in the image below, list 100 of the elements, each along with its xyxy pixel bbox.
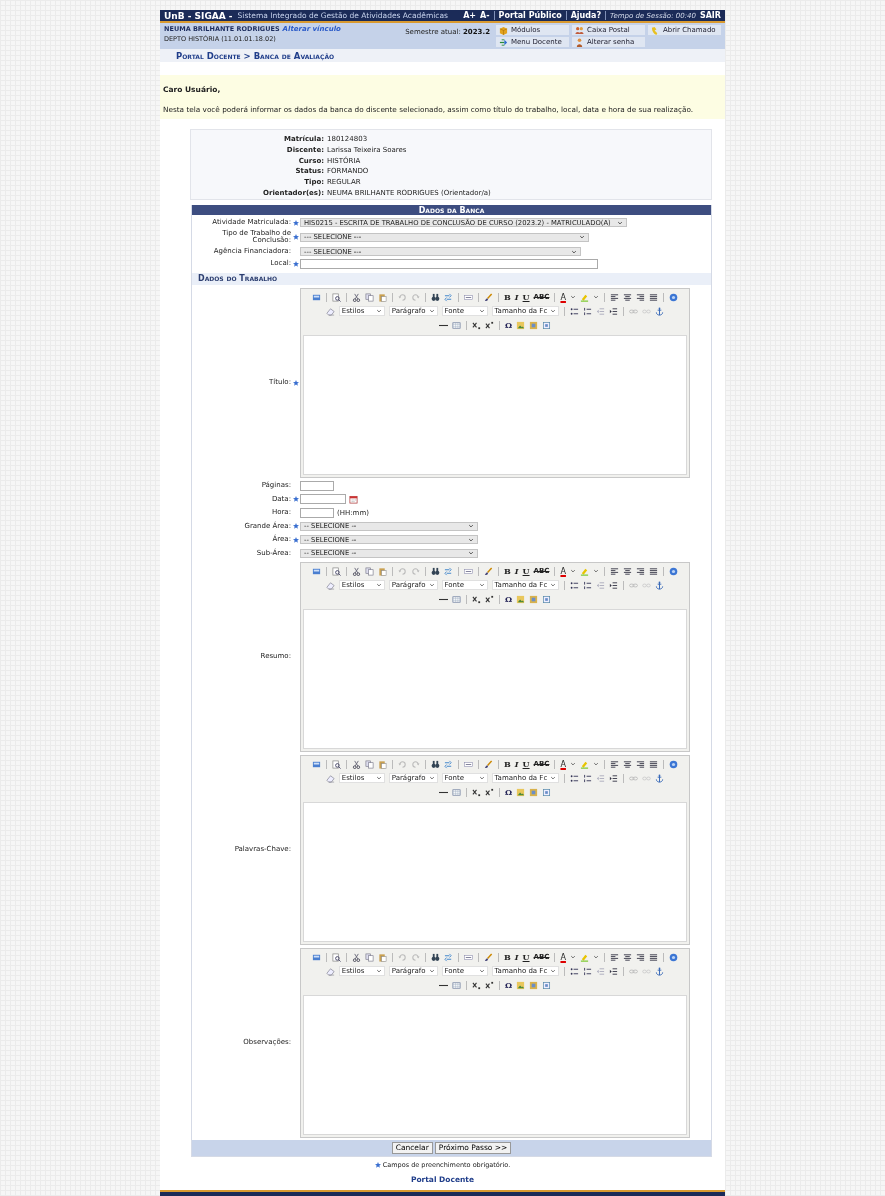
subscript-icon[interactable] xyxy=(471,320,481,330)
justify-icon[interactable] xyxy=(648,759,658,769)
logout-link[interactable]: SAIR xyxy=(699,11,721,20)
font-color-button[interactable]: A xyxy=(560,952,566,962)
preview-icon[interactable] xyxy=(332,292,342,302)
special-character-button[interactable]: Ω xyxy=(504,980,513,990)
special-character-button[interactable]: Ω xyxy=(504,320,513,330)
code-icon[interactable] xyxy=(464,759,474,769)
superscript-icon[interactable] xyxy=(484,787,494,797)
image-icon[interactable] xyxy=(516,320,526,330)
binoculars-icon[interactable] xyxy=(431,292,441,302)
subscript-icon[interactable] xyxy=(471,594,481,604)
help-icon[interactable] xyxy=(668,292,678,302)
preview-icon[interactable] xyxy=(332,759,342,769)
frame-icon[interactable] xyxy=(542,594,552,604)
help-icon[interactable] xyxy=(668,566,678,576)
align-left-icon[interactable] xyxy=(609,759,619,769)
bullet-list-icon[interactable] xyxy=(570,773,580,783)
code-icon[interactable] xyxy=(464,952,474,962)
frame-icon[interactable] xyxy=(542,787,552,797)
source-icon[interactable] xyxy=(312,292,322,302)
italic-button[interactable]: I xyxy=(514,759,519,769)
underline-button[interactable]: U xyxy=(522,292,530,302)
anchor-icon[interactable] xyxy=(655,580,665,590)
brush-icon[interactable] xyxy=(484,952,494,962)
anchor-icon[interactable] xyxy=(655,773,665,783)
preview-icon[interactable] xyxy=(332,566,342,576)
text-field[interactable] xyxy=(300,480,334,491)
align-right-icon[interactable] xyxy=(635,759,645,769)
bullet-list-icon[interactable] xyxy=(570,306,580,316)
align-right-icon[interactable] xyxy=(635,566,645,576)
font-color-button[interactable]: A xyxy=(560,292,566,302)
eraser-icon[interactable] xyxy=(325,773,335,783)
superscript-icon[interactable] xyxy=(484,320,494,330)
underline-button[interactable]: U xyxy=(522,952,530,962)
italic-button[interactable]: I xyxy=(514,952,519,962)
indent-icon[interactable] xyxy=(609,966,619,976)
scissors-icon[interactable] xyxy=(352,292,362,302)
eraser-icon[interactable] xyxy=(325,580,335,590)
scissors-icon[interactable] xyxy=(352,759,362,769)
special-character-button[interactable]: Ω xyxy=(504,594,513,604)
font-decrease-link[interactable]: A- xyxy=(480,11,490,20)
align-center-icon[interactable] xyxy=(622,952,632,962)
eraser-icon[interactable] xyxy=(325,966,335,976)
copy-icon[interactable] xyxy=(365,292,375,302)
brush-icon[interactable] xyxy=(484,759,494,769)
brush-icon[interactable] xyxy=(484,566,494,576)
justify-icon[interactable] xyxy=(648,952,658,962)
justify-icon[interactable] xyxy=(648,292,658,302)
font-color-button[interactable]: A xyxy=(560,566,566,576)
underline-button[interactable]: U xyxy=(522,566,530,576)
clipboard-icon[interactable] xyxy=(378,952,388,962)
align-left-icon[interactable] xyxy=(609,292,619,302)
anchor-icon[interactable] xyxy=(655,306,665,316)
bold-button[interactable]: B xyxy=(504,759,511,769)
frame-icon[interactable] xyxy=(542,980,552,990)
help-link[interactable]: Ajuda? xyxy=(570,11,602,20)
align-center-icon[interactable] xyxy=(622,292,632,302)
time-field[interactable] xyxy=(300,507,334,518)
bullet-list-icon[interactable] xyxy=(570,966,580,976)
numbered-list-icon[interactable] xyxy=(583,773,593,783)
source-icon[interactable] xyxy=(312,759,322,769)
indent-icon[interactable] xyxy=(609,306,619,316)
special-character-button[interactable]: Ω xyxy=(504,787,513,797)
justify-icon[interactable] xyxy=(648,566,658,576)
source-icon[interactable] xyxy=(312,566,322,576)
italic-button[interactable]: I xyxy=(514,292,519,302)
clipboard-icon[interactable] xyxy=(378,759,388,769)
binoculars-icon[interactable] xyxy=(431,759,441,769)
numbered-list-icon[interactable] xyxy=(583,306,593,316)
binoculars-icon[interactable] xyxy=(431,566,441,576)
superscript-icon[interactable] xyxy=(484,980,494,990)
italic-button[interactable]: I xyxy=(514,566,519,576)
frame-icon[interactable] xyxy=(542,320,552,330)
subscript-icon[interactable] xyxy=(471,980,481,990)
bold-button[interactable]: B xyxy=(504,292,511,302)
indent-icon[interactable] xyxy=(609,580,619,590)
image-icon[interactable] xyxy=(516,980,526,990)
align-right-icon[interactable] xyxy=(635,292,645,302)
clipboard-icon[interactable] xyxy=(378,292,388,302)
underline-button[interactable]: U xyxy=(522,759,530,769)
image-icon[interactable] xyxy=(516,787,526,797)
align-left-icon[interactable] xyxy=(609,566,619,576)
numbered-list-icon[interactable] xyxy=(583,966,593,976)
numbered-list-icon[interactable] xyxy=(583,580,593,590)
indent-icon[interactable] xyxy=(609,773,619,783)
bold-button[interactable]: B xyxy=(504,952,511,962)
source-icon[interactable] xyxy=(312,952,322,962)
help-icon[interactable] xyxy=(668,759,678,769)
public-portal-link[interactable]: Portal Público xyxy=(498,11,562,20)
bullet-list-icon[interactable] xyxy=(570,580,580,590)
subscript-icon[interactable] xyxy=(471,787,481,797)
help-icon[interactable] xyxy=(668,952,678,962)
clipboard-icon[interactable] xyxy=(378,566,388,576)
brush-icon[interactable] xyxy=(484,292,494,302)
align-center-icon[interactable] xyxy=(622,759,632,769)
font-increase-link[interactable]: A+ xyxy=(463,11,477,20)
align-left-icon[interactable] xyxy=(609,952,619,962)
code-icon[interactable] xyxy=(464,566,474,576)
binoculars-icon[interactable] xyxy=(431,952,441,962)
